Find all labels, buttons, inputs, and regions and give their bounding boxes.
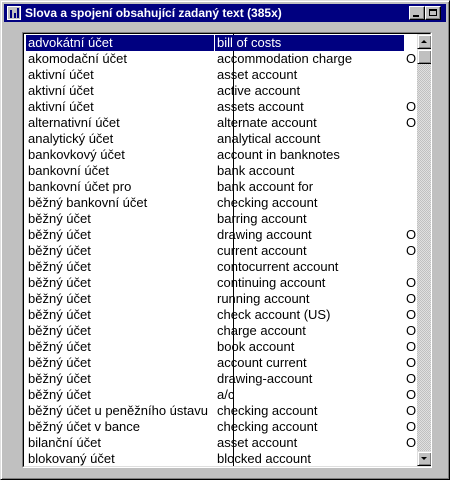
- english-translation: active account: [217, 83, 301, 98]
- czech-term: bilanční účet: [28, 435, 101, 450]
- english-translation: book account: [217, 339, 295, 354]
- list-item[interactable]: bankovní účet pro bank account for: [26, 179, 420, 195]
- english-translation: barring account: [217, 211, 307, 226]
- english-translation: running account: [217, 291, 310, 306]
- english-translation: checking account: [217, 419, 318, 434]
- czech-term: analytický účet: [28, 131, 114, 146]
- czech-term: běžný účet: [28, 355, 91, 370]
- app-window: Slova a spojení obsahující zadaný text (…: [0, 0, 450, 480]
- list-item[interactable]: běžný účet account current O: [26, 355, 420, 371]
- czech-term: běžný účet: [28, 291, 91, 306]
- list-item[interactable]: akomodační účet accommodation charge O: [26, 51, 420, 67]
- czech-term: běžný účet: [28, 259, 91, 274]
- list-item[interactable]: běžný účet u peněžního ústavu checking ac…: [26, 403, 420, 419]
- czech-term: bankovní účet: [28, 163, 109, 178]
- arrow-down-icon: [421, 457, 427, 460]
- english-translation: assets account: [217, 99, 304, 114]
- english-translation: drawing account: [217, 227, 312, 242]
- list-item[interactable]: bankovní účet bank account: [26, 163, 420, 179]
- title-bar[interactable]: Slova a spojení obsahující zadaný text (…: [4, 4, 446, 22]
- czech-term: aktivní účet: [28, 83, 94, 98]
- english-translation: checking account: [217, 195, 318, 210]
- czech-term: běžný účet: [28, 211, 91, 226]
- list-item[interactable]: blokovaný účet blocked account: [26, 451, 420, 467]
- czech-term: běžný účet: [28, 371, 91, 386]
- english-translation: a/c: [217, 387, 235, 402]
- scroll-up-button[interactable]: [417, 34, 431, 49]
- czech-term: bankovní účet pro: [28, 179, 132, 194]
- english-translation: account in banknotes: [217, 147, 340, 162]
- results-rows: advokátní účet bill of costs akomodační úč…: [26, 35, 420, 467]
- czech-term: alternativní účet: [28, 115, 120, 130]
- list-item[interactable]: běžný účet barring account: [26, 211, 420, 227]
- czech-term: běžný bankovní účet: [28, 195, 148, 210]
- results-listbox[interactable]: advokátní účet bill of costs akomodační úč…: [22, 32, 432, 468]
- english-translation: alternate account: [217, 115, 317, 130]
- arrow-up-icon: [421, 40, 427, 43]
- english-translation: accommodation charge: [217, 51, 353, 66]
- list-item[interactable]: bankovkový účet account in banknotes: [26, 147, 420, 163]
- scroll-thumb[interactable]: [417, 49, 431, 64]
- list-item[interactable]: běžný účet continuing account O: [26, 275, 420, 291]
- czech-term: bankovkový účet: [28, 147, 125, 162]
- list-item[interactable]: běžný bankovní účet checking account: [26, 195, 420, 211]
- list-item[interactable]: běžný účet check account (US) O: [26, 307, 420, 323]
- english-translation: check account (US): [217, 307, 331, 322]
- czech-term: běžný účet u peněžního ústavu: [28, 403, 208, 418]
- english-translation: drawing-account: [217, 371, 313, 386]
- list-item[interactable]: aktivní účet assets account O: [26, 99, 420, 115]
- english-translation: bank account for: [217, 179, 314, 194]
- list-item[interactable]: běžný účet a/c O: [26, 387, 420, 403]
- list-item[interactable]: bilanční účet asset account O: [26, 435, 420, 451]
- list-item[interactable]: běžný účet drawing-account O: [26, 371, 420, 387]
- vertical-scrollbar[interactable]: [417, 34, 431, 466]
- english-translation: blocked account: [217, 451, 311, 466]
- czech-term: běžný účet: [28, 323, 91, 338]
- list-item[interactable]: advokátní účet bill of costs: [26, 35, 420, 51]
- list-item[interactable]: běžný účet running account O: [26, 291, 420, 307]
- maximize-icon: [429, 9, 437, 16]
- english-translation: checking account: [217, 403, 318, 418]
- list-item[interactable]: analytický účet analytical account: [26, 131, 420, 147]
- minimize-button[interactable]: [409, 6, 425, 20]
- window-title: Slova a spojení obsahující zadaný text (…: [25, 6, 282, 20]
- czech-term: advokátní účet: [26, 35, 214, 51]
- list-item[interactable]: běžný účet current account O: [26, 243, 420, 259]
- english-translation: asset account: [217, 67, 298, 82]
- list-item[interactable]: aktivní účet asset account: [26, 67, 420, 83]
- czech-term: aktivní účet: [28, 99, 94, 114]
- maximize-button[interactable]: [425, 6, 441, 20]
- english-translation: bank account: [217, 163, 295, 178]
- english-translation: asset account: [217, 435, 298, 450]
- english-translation: current account: [217, 243, 307, 258]
- english-translation: continuing account: [217, 275, 326, 290]
- english-translation: contocurrent account: [217, 259, 339, 274]
- english-translation: analytical account: [217, 131, 321, 146]
- czech-term: běžný účet: [28, 339, 91, 354]
- list-item[interactable]: běžný účet contocurrent account: [26, 259, 420, 275]
- czech-term: aktivní účet: [28, 67, 94, 82]
- czech-term: běžný účet v bance: [28, 419, 141, 434]
- czech-term: běžný účet: [28, 275, 91, 290]
- czech-term: akomodační účet: [28, 51, 128, 66]
- scroll-down-button[interactable]: [417, 451, 431, 466]
- english-translation: charge account: [217, 323, 306, 338]
- list-item[interactable]: běžný účet drawing account O: [26, 227, 420, 243]
- list-item[interactable]: běžný účet v bance checking account O: [26, 419, 420, 435]
- czech-term: běžný účet: [28, 387, 91, 402]
- czech-term: běžný účet: [28, 243, 91, 258]
- czech-term: běžný účet: [28, 227, 91, 242]
- czech-term: blokovaný účet: [28, 451, 115, 466]
- list-item[interactable]: běžný účet charge account O: [26, 323, 420, 339]
- list-item[interactable]: aktivní účet active account: [26, 83, 420, 99]
- list-item[interactable]: alternativní účet alternate account O: [26, 115, 420, 131]
- english-translation: bill of costs: [215, 35, 404, 51]
- english-translation: account current: [217, 355, 307, 370]
- czech-term: běžný účet: [28, 307, 91, 322]
- minimize-icon: [413, 15, 419, 17]
- list-item[interactable]: běžný účet book account O: [26, 339, 420, 355]
- app-icon[interactable]: [7, 6, 21, 20]
